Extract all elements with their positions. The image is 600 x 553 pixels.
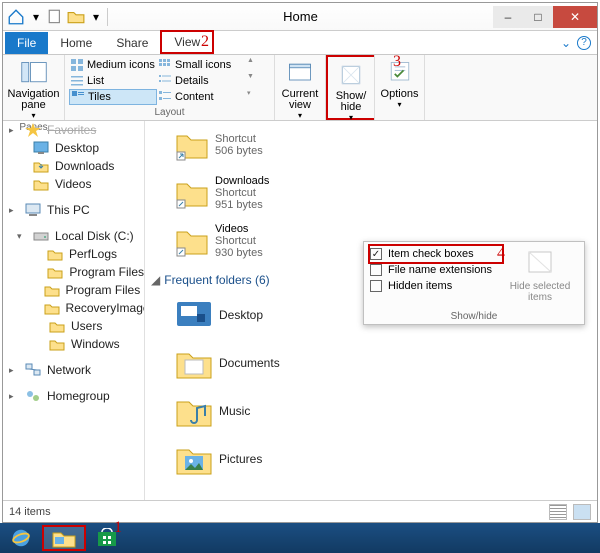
nav-perflogs[interactable]: PerfLogs [3, 245, 144, 263]
check-item-checkboxes[interactable]: ✓ Item check boxes [368, 244, 504, 264]
close-button[interactable]: ✕ [553, 6, 597, 28]
tab-file[interactable]: File [5, 32, 48, 54]
taskbar-explorer[interactable] [42, 525, 86, 551]
taskbar: 1 [0, 523, 600, 553]
chevron-down-icon[interactable]: ▾ [27, 8, 45, 26]
layout-tiles[interactable]: Tiles [69, 89, 157, 105]
nav-recovery[interactable]: ▸RecoveryImage [3, 299, 144, 317]
callout-2: 2 [201, 33, 209, 51]
nav-users[interactable]: ▸Users [3, 317, 144, 335]
freq-music[interactable]: Music [151, 387, 591, 435]
nav-localdisk[interactable]: ▾Local Disk (C:) [3, 227, 144, 245]
scroll-down-icon[interactable]: ▼ [247, 73, 254, 89]
callout-1: 1 [114, 519, 122, 537]
tab-share[interactable]: Share [104, 31, 160, 54]
showhide-flyout: ✓ Item check boxes File name extensions … [363, 241, 585, 325]
layout-small-icons[interactable]: Small icons [157, 57, 245, 73]
folder-icon[interactable] [67, 8, 85, 26]
window-title: Home [108, 9, 493, 24]
help-icon[interactable]: ? [577, 36, 591, 50]
taskbar-ie[interactable] [2, 525, 40, 551]
current-view-button[interactable]: Current view ▾ [279, 57, 321, 122]
layout-details[interactable]: Details [157, 73, 245, 89]
ribbon-group-showhide[interactable]: Show/ hide ▾ [326, 55, 374, 120]
window-controls: – □ ✕ [493, 6, 597, 28]
tile-shortcut-1[interactable]: Shortcut506 bytes [151, 121, 331, 169]
nav-thispc[interactable]: ▸This PC [3, 201, 144, 219]
minimize-button[interactable]: – [493, 6, 523, 28]
qat: ▾ ▾ [3, 8, 108, 26]
nav-downloads[interactable]: Downloads [3, 157, 144, 175]
layout-medium-icons[interactable]: Medium icons [69, 57, 157, 73]
chevron-down-icon[interactable]: ▾ [87, 8, 105, 26]
nav-videos[interactable]: Videos [3, 175, 144, 193]
tile-downloads[interactable]: DownloadsShortcut951 bytes [151, 169, 331, 217]
nav-favorites[interactable]: ▸Favorites [3, 121, 144, 139]
freq-documents[interactable]: Documents [151, 339, 591, 387]
navigation-pane-button[interactable]: Navigation pane ▾ [7, 57, 60, 122]
view-details-icon[interactable] [549, 504, 567, 520]
nav-windows[interactable]: ▸Windows [3, 335, 144, 353]
ribbon-group-panes: Navigation pane ▾ Panes [3, 55, 65, 120]
freq-pictures[interactable]: Pictures [151, 435, 591, 483]
hide-selected-button[interactable]: Hide selected items [502, 246, 578, 320]
checkbox-checked-icon: ✓ [370, 248, 382, 260]
status-items: 14 items [9, 506, 51, 518]
layout-content[interactable]: Content [157, 89, 245, 105]
nav-programfiles[interactable]: ▸Program Files [3, 263, 144, 281]
callout-3: 3 [393, 53, 401, 71]
ribbon-tabs: File Home Share View 2 ⌄ ? [3, 31, 597, 55]
nav-network[interactable]: ▸Network [3, 361, 144, 379]
nav-programfilesx86[interactable]: ▸Program Files (x86) [3, 281, 144, 299]
explorer-window: ▾ ▾ Home – □ ✕ File Home Share View 2 ⌄ … [2, 2, 598, 523]
flyout-group-label: Show/hide [364, 311, 584, 322]
nav-homegroup[interactable]: ▸Homegroup [3, 387, 144, 405]
minimize-ribbon-icon[interactable]: ⌄ [561, 36, 571, 50]
view-large-icon[interactable] [573, 504, 591, 520]
nav-desktop[interactable]: Desktop [3, 139, 144, 157]
maximize-button[interactable]: □ [523, 6, 553, 28]
navigation-pane: ▸Favorites Desktop Downloads Videos ▸Thi… [3, 121, 145, 500]
scroll-up-icon[interactable]: ▲ [247, 57, 254, 64]
expand-layouts-icon[interactable]: ▾ [247, 89, 251, 105]
ribbon-group-layout: Medium icons Small icons ▲ List Details … [65, 55, 275, 120]
callout-4: 4 [497, 245, 505, 263]
ribbon-view: Navigation pane ▾ Panes Medium icons Sma… [3, 55, 597, 121]
ribbon-group-currentview: Current view ▾ [275, 55, 325, 120]
home-icon[interactable] [7, 8, 25, 26]
status-bar: 14 items [3, 500, 597, 522]
tab-home[interactable]: Home [48, 31, 104, 54]
show-hide-button[interactable]: Show/ hide ▾ [332, 59, 370, 124]
explorer-body: ▸Favorites Desktop Downloads Videos ▸Thi… [3, 121, 597, 500]
tile-videos[interactable]: VideosShortcut930 bytes [151, 217, 331, 265]
checkbox-icon [370, 280, 382, 292]
check-file-extensions[interactable]: File name extensions [370, 262, 502, 278]
new-folder-icon[interactable] [47, 8, 65, 26]
titlebar: ▾ ▾ Home – □ ✕ [3, 3, 597, 31]
layout-list[interactable]: List [69, 73, 157, 89]
checkbox-icon [370, 264, 382, 276]
check-hidden-items[interactable]: Hidden items [370, 278, 502, 294]
